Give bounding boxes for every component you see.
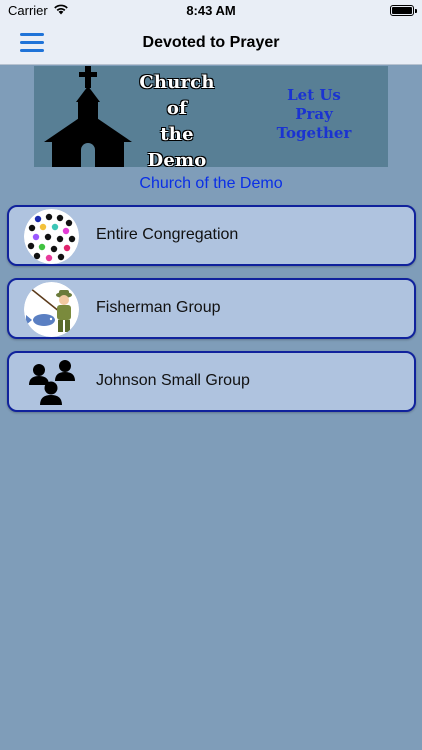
fisherman-icon <box>24 282 79 337</box>
navigation-bar: Devoted to Prayer <box>0 22 422 65</box>
banner-tagline: Let Us Pray Together <box>254 86 374 143</box>
banner-title-line: of <box>166 98 188 119</box>
group-item-fisherman[interactable]: Fisherman Group <box>7 278 416 339</box>
status-bar: Carrier 8:43 AM <box>0 0 422 22</box>
page-title: Devoted to Prayer <box>142 34 280 51</box>
banner-title-line: the <box>160 124 194 145</box>
banner-tagline-line: Let Us <box>287 86 341 104</box>
group-label: Fisherman Group <box>96 299 221 316</box>
battery-fill <box>392 7 412 14</box>
banner-title: Church of the Demo <box>131 70 223 167</box>
church-name-link[interactable]: Church of the Demo <box>0 175 422 193</box>
group-item-johnson-small-group[interactable]: Johnson Small Group <box>7 351 416 412</box>
battery-icon <box>390 5 417 16</box>
banner-tagline-line: Together <box>276 124 352 142</box>
group-label: Johnson Small Group <box>96 372 250 389</box>
group-item-entire-congregation[interactable]: Entire Congregation <box>7 205 416 266</box>
group-list: Entire Congregation Fisherman Group John… <box>7 205 416 424</box>
banner-tagline-line: Pray <box>295 105 333 123</box>
congregation-dots-icon <box>24 209 79 264</box>
status-time: 8:43 AM <box>186 3 236 18</box>
church-banner: Church of the Demo Let Us Pray Together <box>34 66 388 167</box>
group-label: Entire Congregation <box>96 226 239 243</box>
banner-title-line: Church <box>139 72 215 93</box>
church-icon <box>44 66 132 167</box>
people-group-icon <box>24 355 79 410</box>
banner-title-line: Demo <box>147 150 207 167</box>
